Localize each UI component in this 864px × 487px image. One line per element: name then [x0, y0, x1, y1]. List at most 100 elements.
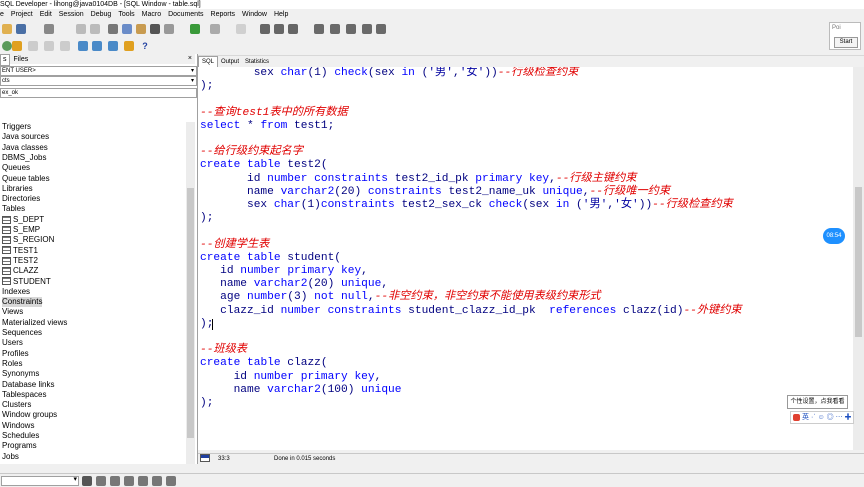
- tree-item[interactable]: Queues: [2, 163, 30, 173]
- sql-editor[interactable]: sex char(1) check(sex in ('男','女'))--行级检…: [198, 67, 853, 450]
- tree-item[interactable]: Clusters: [2, 400, 31, 410]
- align-icon[interactable]: [330, 24, 340, 34]
- indent-icon[interactable]: [274, 24, 284, 34]
- menu-item-window[interactable]: Window: [242, 11, 267, 18]
- stop-icon[interactable]: [28, 41, 38, 51]
- forward-icon[interactable]: [210, 24, 220, 34]
- highlight-icon[interactable]: [152, 476, 162, 486]
- menu-item-macro[interactable]: Macro: [142, 11, 161, 18]
- object-type-combo[interactable]: cts ▾: [0, 76, 197, 86]
- scroll-thumb[interactable]: [855, 187, 862, 337]
- tree-item[interactable]: STUDENT: [2, 277, 51, 287]
- ime-mode[interactable]: 英: [802, 414, 809, 421]
- tree-item[interactable]: Java classes: [2, 143, 48, 153]
- tree-item[interactable]: Roles: [2, 359, 22, 369]
- print-icon[interactable]: [44, 24, 54, 34]
- help-icon[interactable]: ?: [140, 41, 150, 51]
- filter-input[interactable]: ex_ok: [0, 88, 197, 98]
- tree-item[interactable]: Tables: [2, 204, 25, 214]
- case-icon[interactable]: [166, 476, 176, 486]
- debug-icon[interactable]: [124, 41, 134, 51]
- down-icon[interactable]: [124, 476, 134, 486]
- tree-item[interactable]: Windows: [2, 421, 34, 431]
- floating-input[interactable]: Poi: [832, 25, 841, 31]
- mark-icon[interactable]: [138, 476, 148, 486]
- tree-item[interactable]: S_REGION: [2, 235, 54, 245]
- tree-item[interactable]: Directories: [2, 194, 40, 204]
- menu-item-e[interactable]: e: [0, 11, 4, 18]
- save-icon[interactable]: [16, 24, 26, 34]
- tree-item[interactable]: Schedules: [2, 431, 39, 441]
- explain-icon[interactable]: [78, 41, 88, 51]
- tab-objects[interactable]: s: [0, 54, 10, 66]
- up-icon[interactable]: [110, 476, 120, 486]
- format-icon[interactable]: [314, 24, 324, 34]
- tile-icon[interactable]: [362, 24, 372, 34]
- commit-icon[interactable]: [44, 41, 54, 51]
- tree-item[interactable]: Profiles: [2, 349, 29, 359]
- settings-icon[interactable]: [2, 41, 12, 51]
- tree-item[interactable]: CLAZZ: [2, 266, 38, 276]
- tree-item[interactable]: Indexes: [2, 287, 30, 297]
- tree-item[interactable]: Jobs: [2, 452, 19, 462]
- copy-icon[interactable]: [122, 24, 132, 34]
- tree-item[interactable]: Queue tables: [2, 174, 50, 184]
- tree-item[interactable]: Synonyms: [2, 369, 39, 379]
- tree-item[interactable]: Programs: [2, 441, 37, 451]
- tree-item[interactable]: Triggers: [2, 122, 31, 132]
- tree-item[interactable]: Materialized views: [2, 318, 67, 328]
- cut-icon[interactable]: [108, 24, 118, 34]
- replace-icon[interactable]: [164, 24, 174, 34]
- execute-icon[interactable]: [12, 41, 22, 51]
- redo-icon[interactable]: [90, 24, 100, 34]
- uncomment-icon[interactable]: [288, 24, 298, 34]
- scroll-thumb[interactable]: [187, 188, 194, 438]
- ime-tools-icon[interactable]: ·ˈ ☺ ◎ ⋯ ✚: [811, 414, 852, 421]
- bottom-combo[interactable]: ▾: [1, 476, 79, 486]
- find-icon[interactable]: [150, 24, 160, 34]
- tree-item[interactable]: Database links: [2, 380, 54, 390]
- tree-item[interactable]: TEST2: [2, 256, 38, 266]
- menu-item-documents[interactable]: Documents: [168, 11, 203, 18]
- ime-toolbar[interactable]: 英 ·ˈ ☺ ◎ ⋯ ✚: [790, 411, 854, 424]
- tree-item[interactable]: S_EMP: [2, 225, 40, 235]
- tree-item[interactable]: Java sources: [2, 132, 49, 142]
- trace-icon[interactable]: [108, 41, 118, 51]
- back-icon[interactable]: [190, 24, 200, 34]
- tree-item[interactable]: Sequences: [2, 328, 42, 338]
- tool-icon[interactable]: [236, 24, 246, 34]
- tree-item[interactable]: Window groups: [2, 410, 57, 420]
- menu-item-project[interactable]: Project: [11, 11, 33, 18]
- menu-item-session[interactable]: Session: [59, 11, 84, 18]
- paste-icon[interactable]: [136, 24, 146, 34]
- editor-scrollbar[interactable]: [853, 67, 864, 450]
- tree-item[interactable]: Constraints: [2, 297, 43, 308]
- tab-files[interactable]: Files: [11, 55, 30, 65]
- tree-item[interactable]: Views: [2, 307, 23, 317]
- close-icon[interactable]: ×: [188, 54, 192, 64]
- comment-icon[interactable]: [260, 24, 270, 34]
- time-badge[interactable]: 08:54: [823, 228, 845, 244]
- tree-item[interactable]: Tablespaces: [2, 390, 46, 400]
- bookmark-icon[interactable]: [82, 476, 92, 486]
- tree-item[interactable]: TEST1: [2, 246, 38, 256]
- user-combo[interactable]: ENT USER> ▾: [0, 66, 197, 76]
- tree-item[interactable]: Libraries: [2, 184, 33, 194]
- menu-item-tools[interactable]: Tools: [118, 11, 134, 18]
- search-icon[interactable]: [96, 476, 106, 486]
- menu-item-edit[interactable]: Edit: [40, 11, 52, 18]
- tree-item[interactable]: S_DEPT: [2, 215, 44, 225]
- tree-item[interactable]: DBMS_Jobs: [2, 153, 46, 163]
- menu-item-reports[interactable]: Reports: [211, 11, 236, 18]
- tree-scrollbar[interactable]: [186, 122, 195, 464]
- undo-icon[interactable]: [76, 24, 86, 34]
- rollback-icon[interactable]: [60, 41, 70, 51]
- start-button[interactable]: Start: [834, 37, 858, 48]
- session-icon[interactable]: [92, 41, 102, 51]
- menu-item-debug[interactable]: Debug: [91, 11, 112, 18]
- tree-item[interactable]: Users: [2, 338, 23, 348]
- open-icon[interactable]: [2, 24, 12, 34]
- grid-icon[interactable]: [376, 24, 386, 34]
- menu-item-help[interactable]: Help: [274, 11, 288, 18]
- window-icon[interactable]: [346, 24, 356, 34]
